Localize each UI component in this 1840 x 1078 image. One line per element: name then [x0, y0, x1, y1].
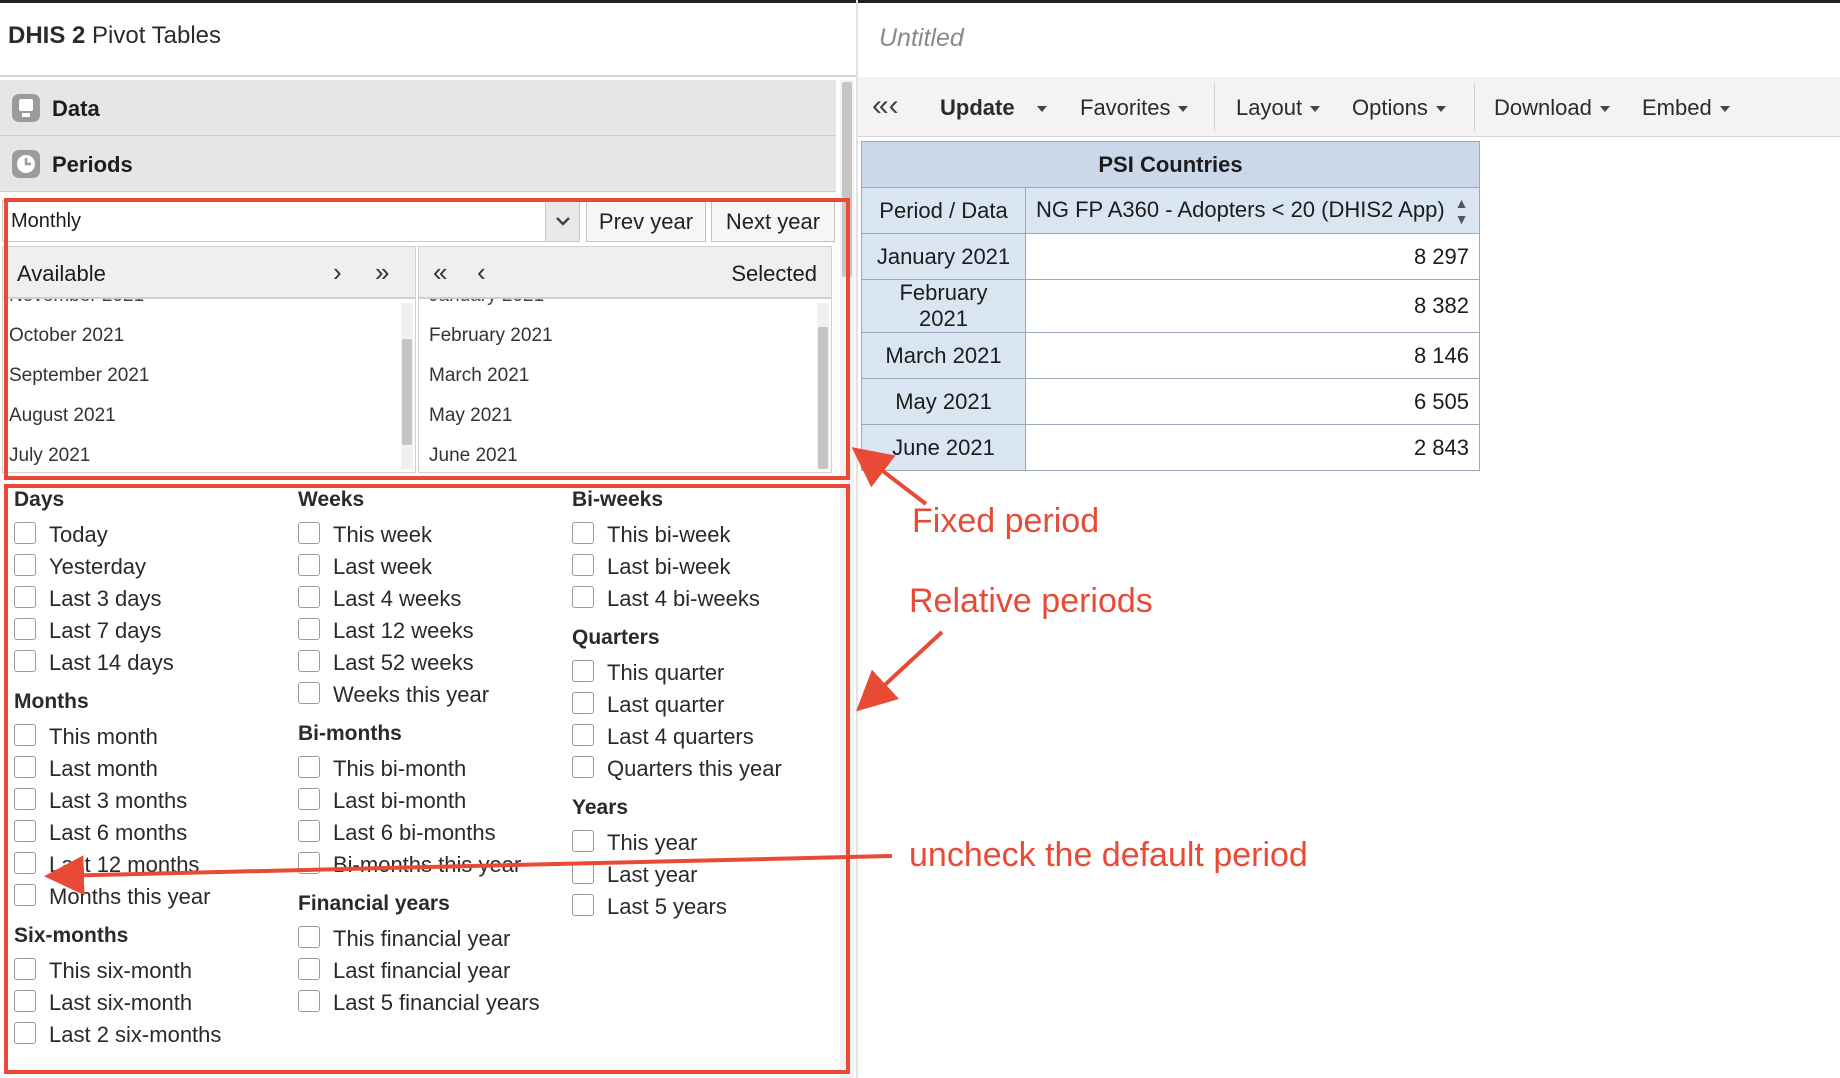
- toolbar: «‹ Update Favorites Layout Options Downl…: [858, 77, 1840, 137]
- favorites-menu[interactable]: Favorites: [1080, 95, 1189, 121]
- pivot-body: January 2021 8 297 February 2021 8 382 March…: [861, 233, 1480, 471]
- table-row: May 2021 6 505: [861, 378, 1480, 425]
- period-cell[interactable]: March 2021: [861, 332, 1026, 379]
- caret-down-icon: [1599, 106, 1610, 113]
- caret-down-icon: [1178, 106, 1189, 113]
- header-divider: [0, 75, 858, 77]
- caret-down-icon: [1719, 106, 1730, 113]
- caret-down-icon: [1435, 106, 1446, 113]
- column-header[interactable]: NG FP A360 - Adopters < 20 (DHIS2 App) ▲ ▼: [1025, 187, 1480, 234]
- value-cell[interactable]: 8 146: [1025, 332, 1480, 379]
- period-cell[interactable]: February 2021: [861, 279, 1026, 333]
- periods-section-label: Periods: [52, 152, 133, 177]
- table-row: February 2021 8 382: [861, 279, 1480, 333]
- corner-header: Period / Data: [861, 187, 1026, 234]
- data-icon: [12, 94, 40, 122]
- layout-menu[interactable]: Layout: [1236, 95, 1321, 121]
- period-cell[interactable]: May 2021: [861, 378, 1026, 425]
- period-cell[interactable]: June 2021: [861, 424, 1026, 471]
- table-row: March 2021 8 146: [861, 332, 1480, 379]
- collapse-panel-icon[interactable]: «‹: [872, 89, 899, 123]
- periods-section-header[interactable]: Periods: [0, 136, 836, 192]
- pivot-title-row: PSI Countries: [861, 141, 1480, 188]
- relative-periods-highlight-box: [4, 484, 850, 1074]
- app-title: DHIS 2 Pivot Tables: [8, 22, 221, 49]
- options-menu[interactable]: Options: [1352, 95, 1446, 121]
- embed-menu[interactable]: Embed: [1642, 95, 1730, 121]
- update-button[interactable]: Update: [940, 95, 1047, 121]
- data-section-header[interactable]: Data: [0, 80, 836, 136]
- value-cell[interactable]: 6 505: [1025, 378, 1480, 425]
- relative-periods-arrow: [856, 630, 944, 712]
- table-row: June 2021 2 843: [861, 424, 1480, 471]
- period-cell[interactable]: January 2021: [861, 233, 1026, 280]
- fixed-period-annotation: Fixed period: [912, 502, 1100, 540]
- value-cell[interactable]: 8 297: [1025, 233, 1480, 280]
- download-menu[interactable]: Download: [1494, 95, 1610, 121]
- toolbar-divider: [1474, 83, 1475, 131]
- caret-down-icon[interactable]: [1036, 106, 1047, 113]
- pivot-table: PSI Countries Period / Data NG FP A360 -…: [861, 141, 1480, 471]
- data-section-label: Data: [52, 96, 100, 121]
- pivot-header-row: Period / Data NG FP A360 - Adopters < 20…: [861, 187, 1480, 234]
- document-title: Untitled: [879, 24, 964, 52]
- top-border: [0, 0, 1840, 3]
- uncheck-default-annotation: uncheck the default period: [909, 836, 1308, 874]
- table-row: January 2021 8 297: [861, 233, 1480, 280]
- fixed-period-highlight-box: [4, 198, 850, 480]
- panel-divider[interactable]: [856, 0, 858, 1078]
- sort-icon[interactable]: ▲ ▼: [1455, 195, 1469, 227]
- value-cell[interactable]: 8 382: [1025, 279, 1480, 333]
- pivot-title: PSI Countries: [861, 141, 1480, 188]
- toolbar-divider: [1214, 83, 1215, 131]
- caret-down-icon: [1310, 106, 1321, 113]
- relative-periods-annotation: Relative periods: [909, 582, 1153, 620]
- clock-icon: [12, 150, 40, 178]
- value-cell[interactable]: 2 843: [1025, 424, 1480, 471]
